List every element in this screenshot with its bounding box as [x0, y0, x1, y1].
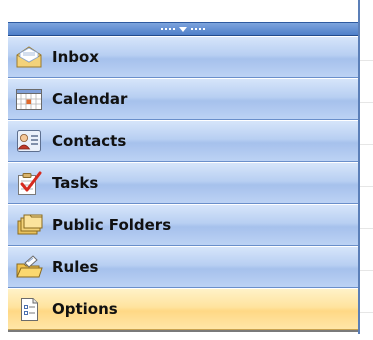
tasks-icon	[14, 168, 44, 198]
adjacent-pane-edge	[360, 0, 373, 340]
nav-button-inbox[interactable]: Inbox	[8, 36, 358, 78]
pane-bottom-border	[8, 330, 360, 332]
nav-label-options: Options	[52, 300, 118, 318]
nav-button-options[interactable]: Options	[8, 288, 358, 330]
pane-top-strip	[0, 0, 360, 22]
nav-button-contacts[interactable]: Contacts	[8, 120, 358, 162]
public-folders-icon	[14, 210, 44, 240]
contacts-icon	[14, 126, 44, 156]
nav-button-rules[interactable]: Rules	[8, 246, 358, 288]
nav-button-calendar[interactable]: Calendar	[8, 78, 358, 120]
nav-button-tasks[interactable]: Tasks	[8, 162, 358, 204]
pane-splitter[interactable]	[8, 22, 358, 36]
nav-label-rules: Rules	[52, 258, 99, 276]
nav-label-calendar: Calendar	[52, 90, 128, 108]
nav-label-inbox: Inbox	[52, 48, 99, 66]
nav-label-public-folders: Public Folders	[52, 216, 172, 234]
nav-label-tasks: Tasks	[52, 174, 99, 192]
calendar-icon	[14, 84, 44, 114]
grip-dots-right	[191, 28, 205, 30]
nav-label-contacts: Contacts	[52, 132, 127, 150]
nav-button-list: Inbox Calendar Contacts Tasks Public Fol…	[8, 36, 358, 330]
inbox-icon	[14, 42, 44, 72]
navigation-pane: Inbox Calendar Contacts Tasks Public Fol…	[0, 0, 360, 334]
chevron-down-icon[interactable]	[179, 26, 187, 32]
options-icon	[14, 294, 44, 324]
grip-dots-left	[161, 28, 175, 30]
rules-icon	[14, 252, 44, 282]
nav-button-public-folders[interactable]: Public Folders	[8, 204, 358, 246]
